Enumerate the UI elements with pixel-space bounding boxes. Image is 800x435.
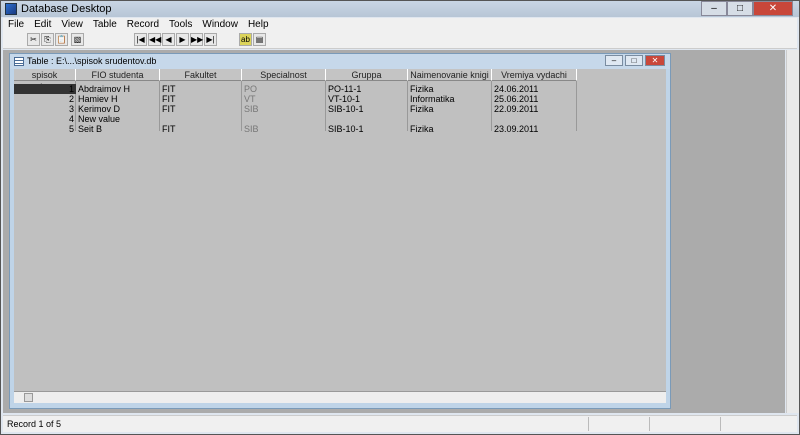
child-minimize-button[interactable]: –	[605, 55, 623, 66]
title-bar: Database Desktop – □ ✕	[1, 1, 799, 17]
previous-record-icon[interactable]: ◀	[162, 33, 175, 46]
table-cell[interactable]: PO-11-1	[328, 84, 408, 94]
table-cell[interactable]: 1	[14, 84, 76, 94]
table-cell[interactable]: Fizika	[410, 84, 492, 94]
menu-record[interactable]: Record	[122, 18, 164, 31]
menu-tools[interactable]: Tools	[164, 18, 197, 31]
column-header[interactable]: Vremiya vydachi	[492, 69, 577, 81]
table-cell[interactable]: SIB-10-1	[328, 124, 408, 134]
table-window-title-bar: Table : E:\...\spisok srudentov.db – □ ✕	[10, 54, 670, 69]
table-cell[interactable]: SIB	[244, 104, 326, 114]
child-close-button[interactable]: ✕	[645, 55, 665, 66]
table-cell[interactable]: 24.06.2011	[494, 84, 577, 94]
table-window: Table : E:\...\spisok srudentov.db – □ ✕…	[9, 53, 671, 409]
table-cell[interactable]	[244, 114, 326, 124]
table-cell[interactable]: VT	[244, 94, 326, 104]
table-cell[interactable]: SIB-10-1	[328, 104, 408, 114]
column-header[interactable]: Fakultet	[160, 69, 242, 81]
status-bar: Record 1 of 5	[3, 415, 797, 432]
table-cell[interactable]	[494, 114, 577, 124]
column-header[interactable]: Gruppa	[326, 69, 408, 81]
minimize-button[interactable]: –	[701, 1, 727, 16]
previous-set-icon[interactable]: ◀◀	[148, 33, 161, 46]
scroll-thumb[interactable]	[24, 393, 33, 402]
last-record-icon[interactable]: ▶|	[204, 33, 217, 46]
mdi-workspace: Table : E:\...\spisok srudentov.db – □ ✕…	[3, 50, 785, 413]
table-cell[interactable]: PO	[244, 84, 326, 94]
edit-data-icon[interactable]: ab	[239, 33, 252, 46]
table-window-title: Table : E:\...\spisok srudentov.db	[27, 56, 157, 66]
restructure-icon[interactable]: ▧	[71, 33, 84, 46]
column-header[interactable]: FIO studenta	[76, 69, 160, 81]
next-set-icon[interactable]: ▶▶	[190, 33, 203, 46]
paste-icon[interactable]: 📋	[55, 33, 68, 46]
column-header[interactable]: spisok srudentov	[14, 69, 76, 92]
table-cell[interactable]: 5	[14, 124, 76, 134]
vertical-scrollbar[interactable]	[786, 50, 799, 413]
app-icon	[5, 3, 17, 15]
table-cell[interactable]	[162, 114, 242, 124]
first-record-icon[interactable]: |◀	[134, 33, 147, 46]
toolbar: ✂ ⎘ 📋 ▧ |◀ ◀◀ ◀ ▶ ▶▶ ▶| ab ▤	[3, 31, 797, 49]
table-cell[interactable]: 22.09.2011	[494, 104, 577, 114]
table-cell[interactable]: Hamiev H	[78, 94, 160, 104]
table-icon	[14, 57, 24, 66]
column-header[interactable]: Naimenovanie knigi	[408, 69, 492, 81]
table-cell[interactable]: SIB	[244, 124, 326, 134]
maximize-button[interactable]: □	[727, 1, 753, 16]
next-record-icon[interactable]: ▶	[176, 33, 189, 46]
cut-icon[interactable]: ✂	[27, 33, 40, 46]
app-window: Database Desktop – □ ✕ File Edit View Ta…	[0, 0, 800, 435]
table-cell[interactable]: Abdraimov H	[78, 84, 160, 94]
menu-view[interactable]: View	[56, 18, 88, 31]
menu-window[interactable]: Window	[197, 18, 243, 31]
child-maximize-button[interactable]: □	[625, 55, 643, 66]
column-header[interactable]: Specialnost	[242, 69, 326, 81]
record-status: Record 1 of 5	[7, 419, 62, 429]
table-cell[interactable]: Seit B	[78, 124, 160, 134]
table-cell[interactable]: Fizika	[410, 124, 492, 134]
table-cell[interactable]: New value	[78, 114, 160, 124]
table-cell[interactable]: FIT	[162, 124, 242, 134]
table-cell[interactable]	[410, 114, 492, 124]
table-cell[interactable]: Informatika	[410, 94, 492, 104]
table-cell[interactable]: 3	[14, 104, 76, 114]
close-button[interactable]: ✕	[753, 1, 793, 16]
data-grid[interactable]: spisok srudentovFIO studentaFakultetSpec…	[14, 69, 666, 391]
field-view-icon[interactable]: ▤	[253, 33, 266, 46]
menu-help[interactable]: Help	[243, 18, 274, 31]
table-cell[interactable]: Kerimov D	[78, 104, 160, 114]
copy-icon[interactable]: ⎘	[41, 33, 54, 46]
table-cell[interactable]: FIT	[162, 104, 242, 114]
table-cell[interactable]: 23.09.2011	[494, 124, 577, 134]
table-cell[interactable]: FIT	[162, 84, 242, 94]
table-cell[interactable]: 2	[14, 94, 76, 104]
menu-table[interactable]: Table	[88, 18, 122, 31]
horizontal-scrollbar[interactable]	[14, 391, 666, 403]
menu-bar: File Edit View Table Record Tools Window…	[3, 18, 797, 31]
menu-edit[interactable]: Edit	[29, 18, 56, 31]
table-cell[interactable]: FIT	[162, 94, 242, 104]
table-cell[interactable]: VT-10-1	[328, 94, 408, 104]
table-cell[interactable]: Fizika	[410, 104, 492, 114]
table-cell[interactable]: 4	[14, 114, 76, 124]
table-cell[interactable]: 25.06.2011	[494, 94, 577, 104]
table-cell[interactable]	[328, 114, 408, 124]
app-title: Database Desktop	[21, 3, 112, 15]
menu-file[interactable]: File	[3, 18, 29, 31]
